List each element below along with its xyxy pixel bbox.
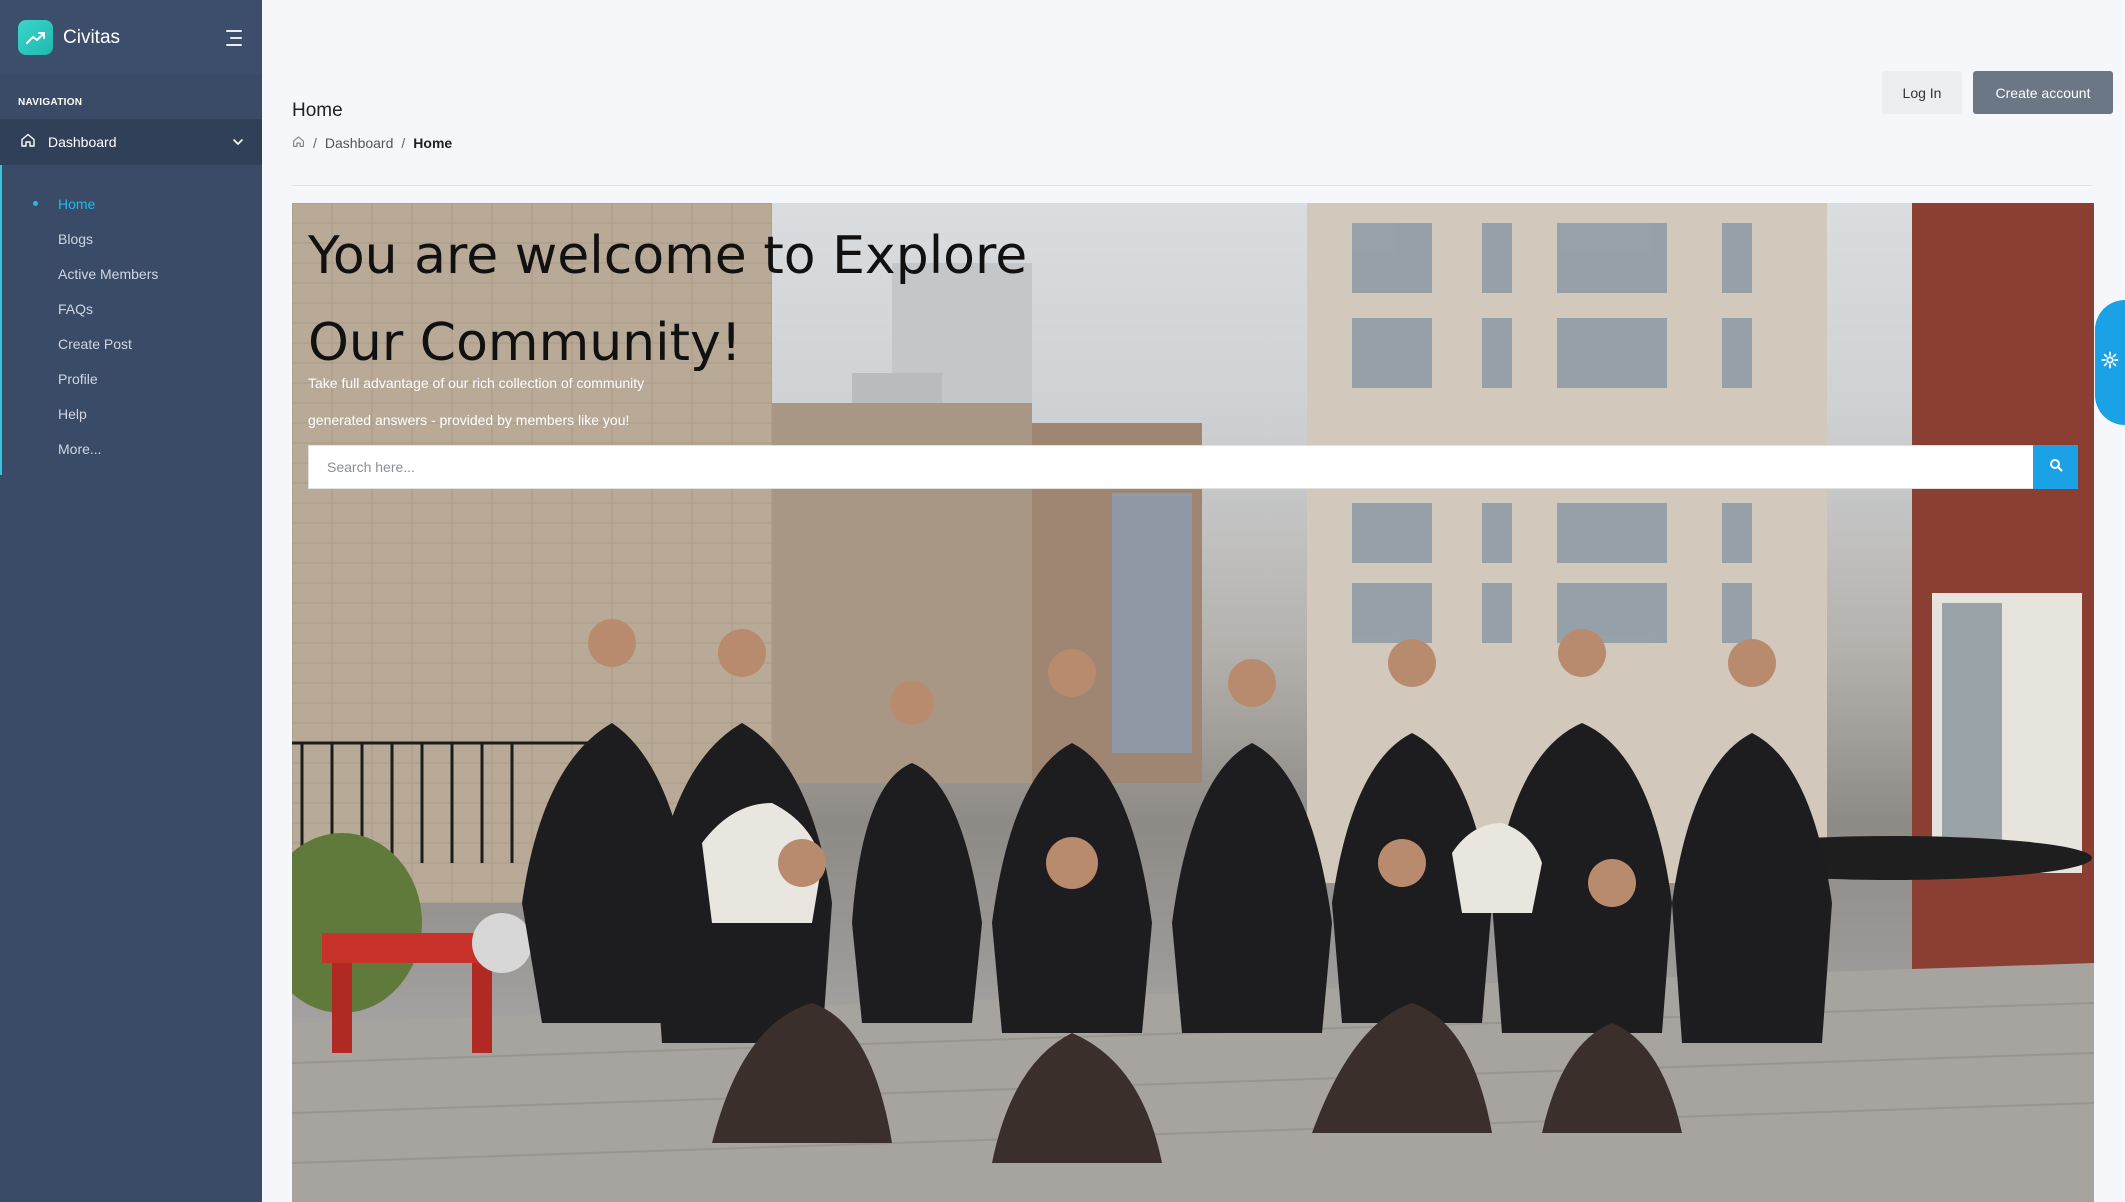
login-button[interactable]: Log In: [1882, 71, 1962, 114]
trending-up-icon[interactable]: [18, 20, 53, 55]
sidebar-item-active-members[interactable]: Active Members: [2, 256, 262, 291]
sidebar-item-profile[interactable]: Profile: [2, 361, 262, 396]
sidebar-item-label: Home: [58, 195, 96, 212]
breadcrumb: / Dashboard / Home: [292, 135, 452, 151]
sidebar-item-label: Blogs: [58, 230, 94, 247]
nav-group-label: Dashboard: [48, 134, 117, 150]
nav-caption: NAVIGATION: [18, 97, 83, 108]
header-divider: [292, 185, 2092, 186]
home-icon: [20, 132, 36, 153]
page-title: Home: [292, 100, 343, 121]
home-icon[interactable]: [292, 135, 305, 151]
sidebar-item-label: Active Members: [58, 265, 159, 282]
settings-tab[interactable]: [2095, 300, 2125, 425]
hero-subtitle: Take full advantage of our rich collecti…: [308, 365, 708, 439]
sidebar-item-label: FAQs: [58, 300, 94, 317]
brand: Civitas: [0, 0, 262, 75]
sidebar-item-label: Profile: [58, 370, 98, 387]
search-icon: [2049, 458, 2063, 477]
chevron-down-icon: [232, 133, 244, 151]
sidebar-item-create-post[interactable]: Create Post: [2, 326, 262, 361]
sidebar-item-help[interactable]: Help: [2, 396, 262, 431]
breadcrumb-current: Home: [413, 135, 453, 151]
search-input[interactable]: [309, 446, 2033, 488]
search-bar: [308, 445, 2078, 489]
sidebar-item-home[interactable]: Home: [2, 186, 262, 221]
active-dot-icon: [33, 201, 38, 206]
brand-name[interactable]: Civitas: [63, 27, 120, 49]
breadcrumb-separator: /: [313, 135, 317, 151]
sidebar-item-label: More...: [58, 440, 102, 457]
hero-title-line: You are welcome to Explore: [308, 226, 1028, 286]
sidebar-item-blogs[interactable]: Blogs: [2, 221, 262, 256]
menu-toggle-icon[interactable]: [222, 29, 242, 46]
hero-title: You are welcome to Explore Our Community…: [308, 213, 1027, 387]
sidebar-item-label: Help: [58, 405, 87, 422]
breadcrumb-dashboard[interactable]: Dashboard: [325, 135, 394, 151]
hero-subtitle-line: generated answers - provided by members …: [308, 412, 630, 428]
sidebar-item-label: Create Post: [58, 335, 132, 352]
gear-icon: [2101, 351, 2119, 374]
submenu: Home Blogs Active Members FAQs Create Po…: [0, 165, 262, 475]
create-account-button[interactable]: Create account: [1973, 71, 2113, 114]
sidebar: Civitas NAVIGATION Dashboard Home Blogs …: [0, 0, 262, 1202]
sidebar-item-more[interactable]: More...: [2, 431, 262, 466]
hero-subtitle-line: Take full advantage of our rich collecti…: [308, 375, 645, 391]
search-button[interactable]: [2033, 445, 2078, 489]
breadcrumb-separator: /: [401, 135, 406, 151]
nav-group-dashboard[interactable]: Dashboard: [0, 119, 262, 165]
sidebar-item-faqs[interactable]: FAQs: [2, 291, 262, 326]
hero-banner: You are welcome to Explore Our Community…: [292, 203, 2094, 1202]
